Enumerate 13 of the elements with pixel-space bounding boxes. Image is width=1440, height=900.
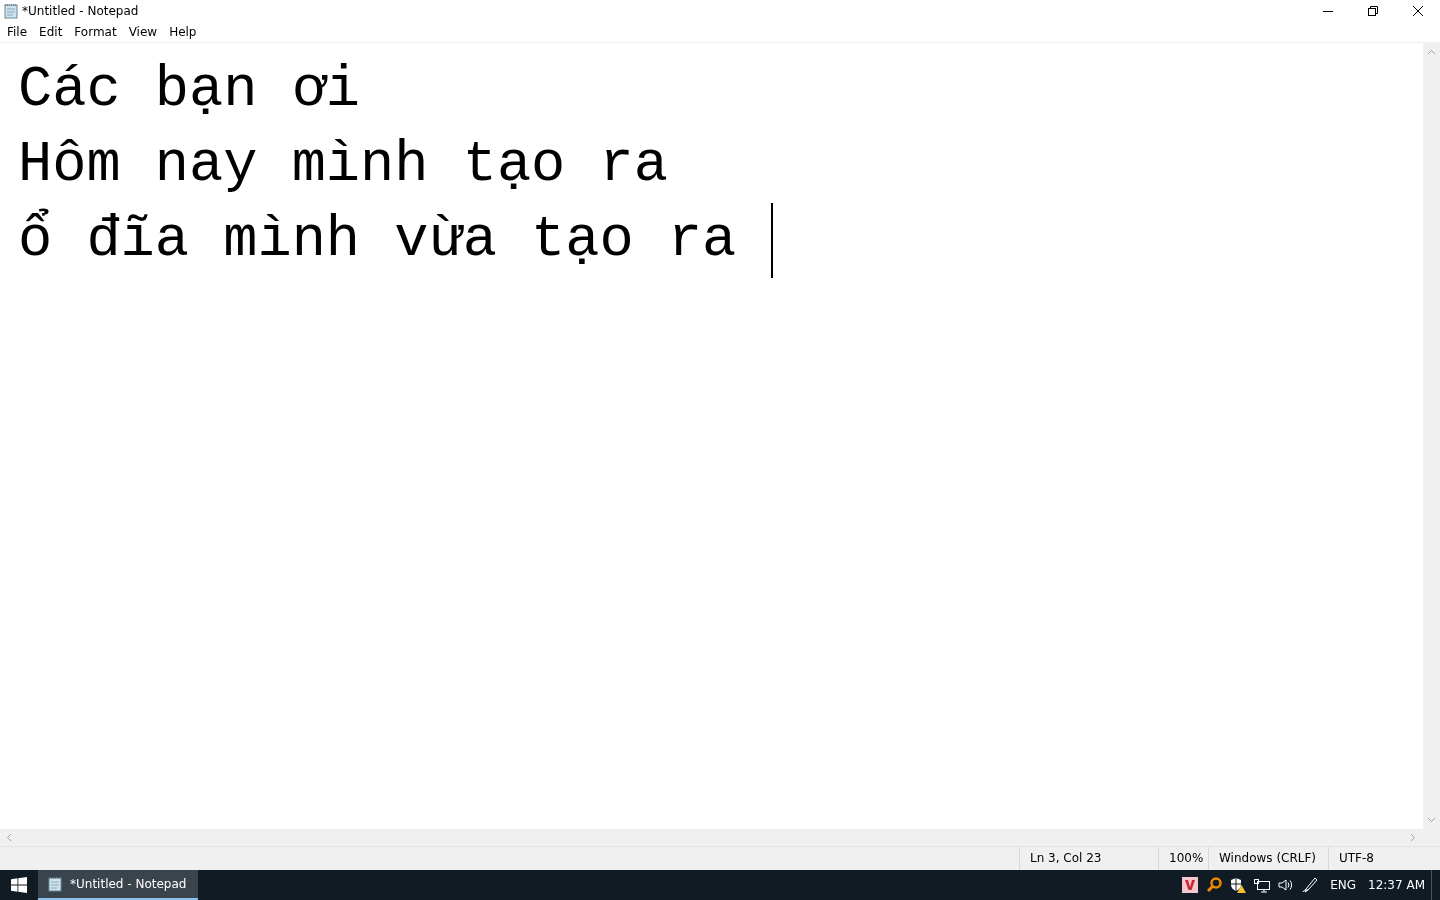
text-line: ổ đĩa mình vừa tạo ra: [18, 207, 738, 274]
clock-text[interactable]: 12:37 AM: [1368, 878, 1425, 892]
menu-item[interactable]: Format: [68, 25, 123, 39]
taskbar-button[interactable]: *Untitled - Notepad: [38, 870, 198, 900]
menu-item[interactable]: File: [1, 25, 34, 39]
menu-item[interactable]: Edit: [33, 25, 69, 39]
menu-item[interactable]: View: [122, 25, 164, 39]
window-title: *Untitled - Notepad: [22, 4, 140, 18]
text-area[interactable]: Các bạn ơi Hôm nay mình tạo ra ổ đĩa mình vừa tạo ra: [0, 43, 1423, 829]
language-indicator[interactable]: ENG: [1330, 878, 1357, 892]
text-line: Hôm nay mình tạo ra: [18, 132, 668, 199]
menu-item[interactable]: Help: [163, 25, 203, 39]
text-line: Các bạn ơi: [18, 57, 361, 124]
